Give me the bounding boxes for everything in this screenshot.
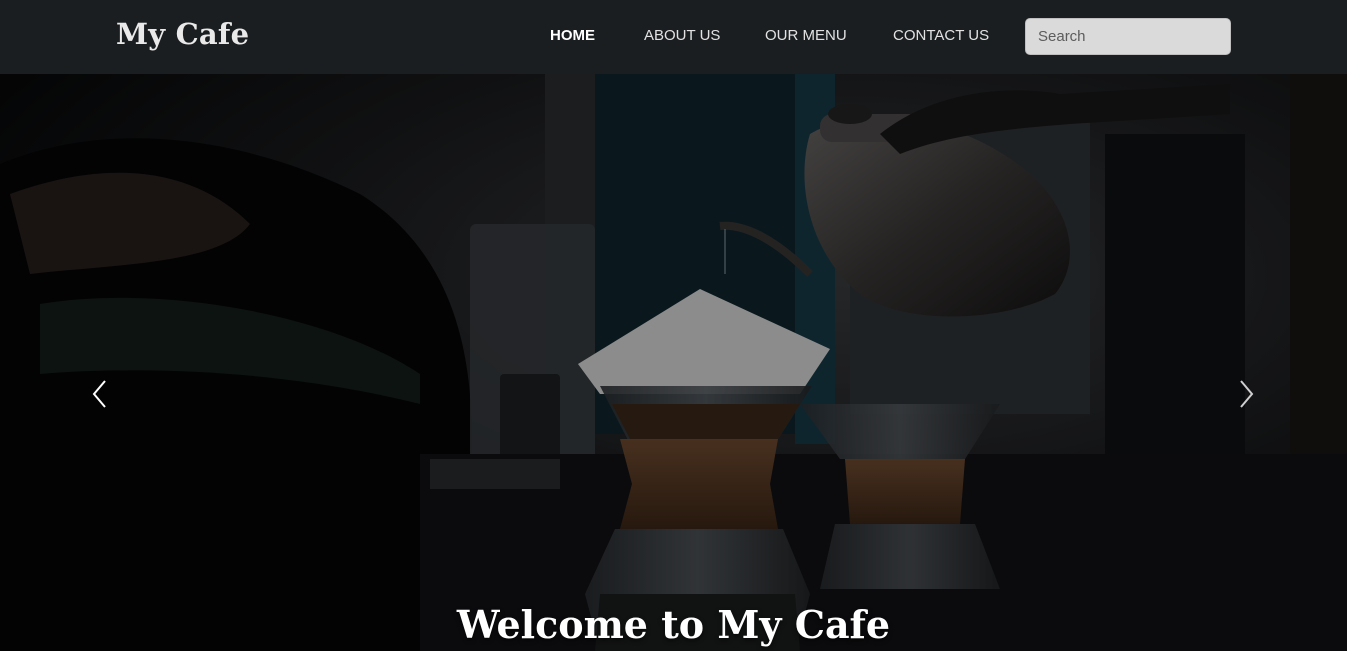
carousel-prev-button[interactable] [80, 369, 120, 419]
chevron-left-icon [92, 380, 106, 408]
navbar: My Cafe HOME ABOUT US OUR MENU CONTACT U… [0, 0, 1347, 74]
hero-carousel: Welcome to My Cafe [0, 74, 1347, 651]
hero-image [0, 74, 1347, 651]
hero-caption: Welcome to My Cafe [456, 602, 891, 647]
carousel-next-button[interactable] [1226, 369, 1266, 419]
brand-logo[interactable]: My Cafe [116, 17, 249, 51]
nav-home[interactable]: HOME [550, 27, 595, 44]
nav-our-menu[interactable]: OUR MENU [765, 27, 847, 44]
nav-about-us[interactable]: ABOUT US [644, 27, 720, 44]
search-input[interactable] [1025, 18, 1231, 55]
nav-contact-us[interactable]: CONTACT US [893, 27, 989, 44]
chevron-right-icon [1240, 380, 1254, 408]
